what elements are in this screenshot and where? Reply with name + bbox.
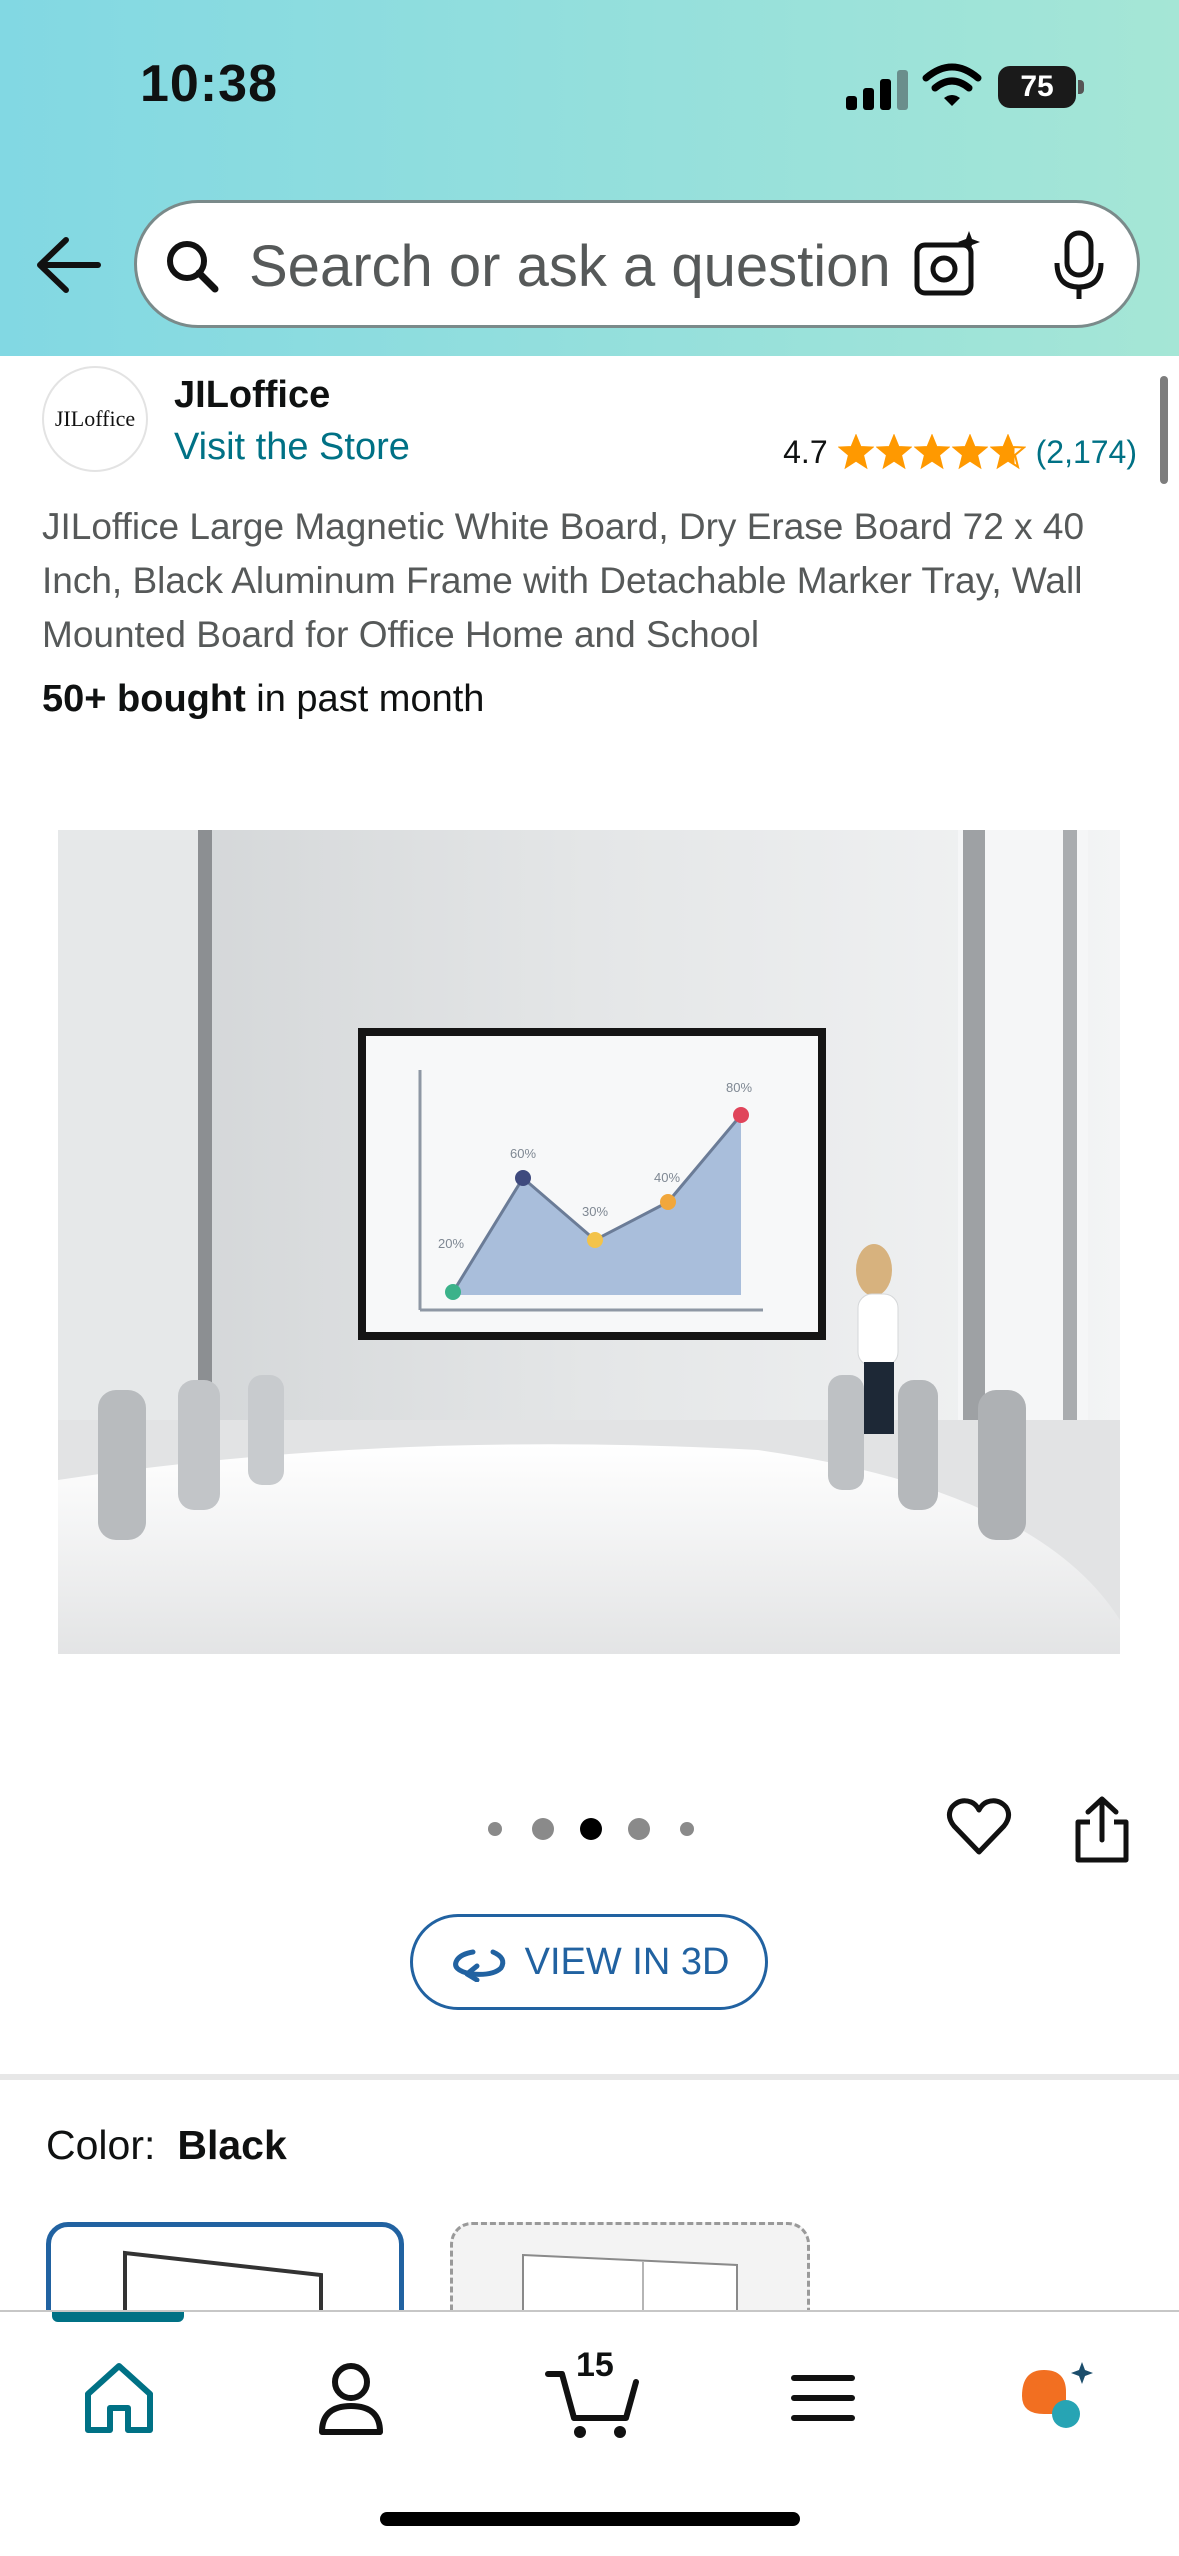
- back-arrow-icon[interactable]: [30, 230, 104, 300]
- chart-label-5: 80%: [726, 1080, 752, 1095]
- star-icon: [837, 434, 874, 470]
- carousel-dot[interactable]: [680, 1822, 694, 1836]
- wifi-icon: [922, 63, 982, 106]
- search-icon: [167, 241, 219, 293]
- cellular-signal-icon: [846, 70, 910, 110]
- product-photo: 20% 60% 30% 40% 80%: [58, 830, 1120, 1654]
- scrollbar[interactable]: [1160, 376, 1168, 484]
- app-header: 10:38 75 Search or ask a question: [0, 0, 1179, 356]
- active-tab-indicator: [52, 2312, 184, 2322]
- heart-icon[interactable]: [946, 1796, 1012, 1858]
- battery-tip: [1078, 80, 1084, 94]
- star-icon: [989, 434, 1026, 470]
- carousel-dot[interactable]: [628, 1818, 650, 1840]
- menu-icon[interactable]: [778, 2352, 868, 2442]
- chart-label-3: 30%: [582, 1204, 608, 1219]
- chart-label-2: 60%: [510, 1146, 536, 1161]
- star-rating: [837, 434, 1026, 470]
- battery-indicator: 75: [998, 66, 1076, 108]
- rating-summary[interactable]: 4.7 (2,174): [783, 430, 1137, 474]
- brand-logo[interactable]: JILoffice: [42, 366, 148, 472]
- carousel-dot-active[interactable]: [580, 1818, 602, 1840]
- section-divider: [0, 2074, 1179, 2080]
- star-icon: [913, 434, 950, 470]
- rotate-3d-icon: [452, 1949, 505, 1982]
- chart-label-1: 20%: [438, 1236, 464, 1251]
- rating-value: 4.7: [783, 433, 828, 470]
- brand-name: JILoffice: [174, 374, 331, 416]
- carousel-dots[interactable]: [484, 1814, 704, 1844]
- search-bar[interactable]: Search or ask a question: [134, 200, 1140, 328]
- view-in-3d-button[interactable]: VIEW IN 3D: [410, 1914, 768, 2010]
- product-title: JILoffice Large Magnetic White Board, Dr…: [42, 506, 1085, 655]
- rufus-assistant-icon[interactable]: [1010, 2352, 1100, 2442]
- cart-count: 15: [576, 2346, 614, 2384]
- color-value: Black: [177, 2122, 287, 2168]
- home-icon[interactable]: [74, 2352, 164, 2442]
- search-input[interactable]: Search or ask a question: [249, 233, 929, 301]
- account-icon[interactable]: [306, 2352, 396, 2442]
- purchase-count-strong: 50+ bought: [42, 678, 246, 720]
- status-time: 10:38: [140, 55, 278, 113]
- visit-store-link[interactable]: Visit the Store: [174, 426, 410, 469]
- camera-search-icon[interactable]: [911, 227, 987, 303]
- purchase-count: 50+ bought in past month: [42, 678, 484, 721]
- carousel-dot[interactable]: [488, 1822, 502, 1836]
- review-count-link[interactable]: (2,174): [1036, 434, 1137, 471]
- color-selector-label: Color: Black: [46, 2122, 287, 2169]
- star-icon: [951, 434, 988, 470]
- chart-label-4: 40%: [654, 1170, 680, 1185]
- purchase-count-rest: in past month: [245, 678, 485, 720]
- star-icon: [875, 434, 912, 470]
- color-label: Color:: [46, 2122, 156, 2168]
- product-image[interactable]: 20% 60% 30% 40% 80%: [58, 830, 1120, 1654]
- microphone-icon[interactable]: [1049, 229, 1109, 303]
- share-icon[interactable]: [1072, 1796, 1132, 1864]
- view-in-3d-label: VIEW IN 3D: [524, 1940, 730, 1983]
- carousel-dot[interactable]: [532, 1818, 554, 1840]
- home-indicator[interactable]: [380, 2512, 800, 2526]
